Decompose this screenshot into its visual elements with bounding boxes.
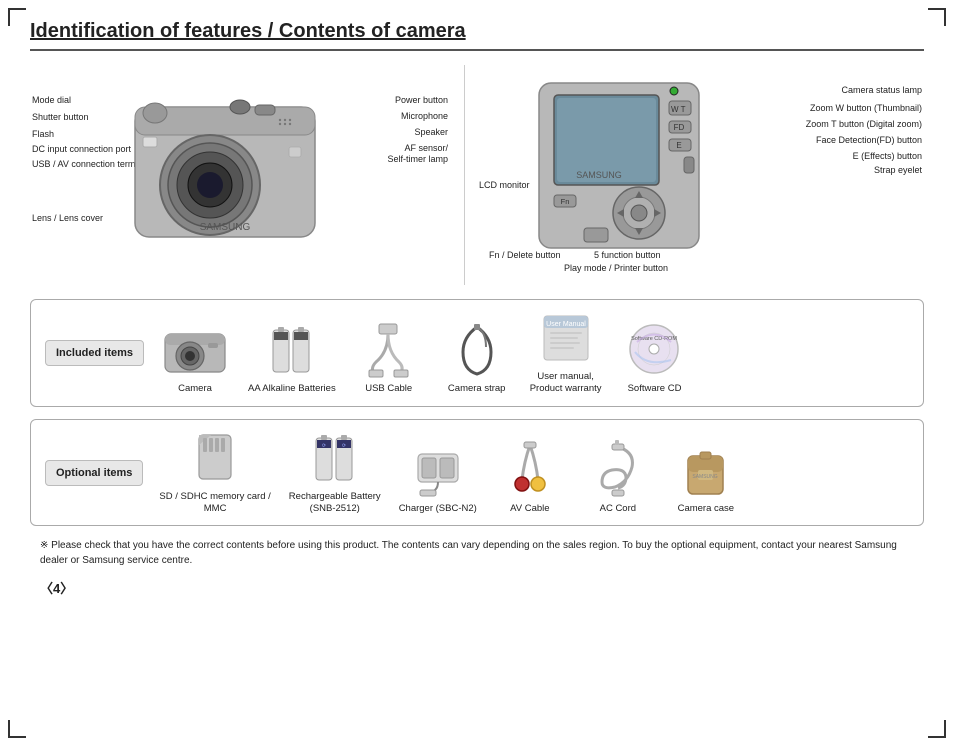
optional-items-section: Optional items SD / SDHC memory card /MM…	[30, 419, 924, 527]
svg-text:User Manual: User Manual	[546, 321, 586, 328]
item-ac-cord-img	[583, 442, 653, 497]
label-lcd: LCD monitor	[479, 180, 530, 191]
item-manual-img: User Manual	[531, 310, 601, 365]
svg-text:FD: FD	[674, 123, 685, 132]
svg-text:SAMSUNG: SAMSUNG	[200, 222, 251, 233]
item-strap-img	[442, 322, 512, 377]
included-items-row: Camera AA Alkaline Batteries	[160, 310, 909, 396]
camera-diagram: Mode dial Shutter button Flash DC input …	[30, 65, 924, 285]
corner-mark-tl	[8, 8, 26, 26]
optional-items-row: SD / SDHC memory card /MMC ⟳ ⟳ Rechargea…	[159, 430, 909, 516]
item-cd-img: Software CD-ROM	[620, 322, 690, 377]
item-av-cable: AV Cable	[495, 442, 565, 515]
label-af-sensor: AF sensor/Self-timer lamp	[387, 143, 448, 165]
item-batteries-img	[257, 322, 327, 377]
camera-front-svg: SAMSUNG	[125, 85, 325, 250]
item-charger: Charger (SBC-N2)	[399, 442, 477, 515]
item-av-cable-label: AV Cable	[510, 503, 549, 515]
item-rechargeable: ⟳ ⟳ Rechargeable Battery(SNB-2512)	[289, 430, 381, 516]
item-batteries: AA Alkaline Batteries	[248, 322, 336, 395]
label-effects: E (Effects) button	[853, 151, 922, 162]
label-face-detect: Face Detection(FD) button	[816, 135, 922, 146]
svg-text:SAMSUNG: SAMSUNG	[693, 474, 718, 480]
svg-text:W T: W T	[671, 105, 686, 114]
label-zoom-w: Zoom W button (Thumbnail)	[810, 103, 922, 114]
svg-text:Fn: Fn	[561, 197, 570, 206]
item-camera: Camera	[160, 322, 230, 395]
included-label: Included items	[45, 340, 144, 366]
label-microphone: Microphone	[401, 111, 448, 122]
label-power: Power button	[395, 95, 448, 106]
item-camera-img	[160, 322, 230, 377]
item-rechargeable-label: Rechargeable Battery(SNB-2512)	[289, 491, 381, 516]
item-rechargeable-img: ⟳ ⟳	[300, 430, 370, 485]
item-cd-label: Software CD	[628, 383, 682, 395]
corner-mark-bl	[8, 720, 26, 738]
item-camera-case: SAMSUNG Camera case	[671, 442, 741, 515]
label-shutter: Shutter button	[32, 112, 89, 123]
label-camera-status: Camera status lamp	[841, 85, 922, 96]
camera-back-svg: W T FD E Fn SAMSUNG	[529, 73, 739, 273]
item-manual: User Manual User manual,Product warranty	[530, 310, 602, 396]
item-usb-cable-label: USB Cable	[365, 383, 412, 395]
footnote: ※ Please check that you have the correct…	[40, 538, 924, 568]
item-sd-card-img	[180, 430, 250, 485]
svg-text:E: E	[676, 141, 681, 150]
page-title: Identification of features / Contents of…	[30, 20, 924, 51]
corner-mark-tr	[928, 8, 946, 26]
item-cd: Software CD-ROM Software CD	[620, 322, 690, 395]
label-speaker: Speaker	[414, 127, 448, 138]
label-flash: Flash	[32, 129, 54, 140]
item-strap-label: Camera strap	[448, 383, 506, 395]
included-items-section: Included items Camera	[30, 299, 924, 407]
item-camera-label: Camera	[178, 383, 212, 395]
label-dc-input: DC input connection port	[32, 144, 131, 155]
page-number: 〈4〉	[40, 578, 924, 597]
item-usb-cable-img	[354, 322, 424, 377]
item-ac-cord-label: AC Cord	[600, 503, 636, 515]
item-sd-card: SD / SDHC memory card /MMC	[159, 430, 270, 516]
item-ac-cord: AC Cord	[583, 442, 653, 515]
label-strap: Strap eyelet	[874, 165, 922, 176]
corner-mark-br	[928, 720, 946, 738]
camera-back-diagram: LCD monitor Fn / Delete button Camera st…	[479, 65, 924, 285]
label-mode-dial: Mode dial	[32, 95, 71, 106]
diagram-divider	[464, 65, 465, 285]
item-charger-label: Charger (SBC-N2)	[399, 503, 477, 515]
item-charger-img	[403, 442, 473, 497]
item-av-cable-img	[495, 442, 565, 497]
label-zoom-t: Zoom T button (Digital zoom)	[806, 119, 922, 130]
item-camera-case-img: SAMSUNG	[671, 442, 741, 497]
item-camera-case-label: Camera case	[678, 503, 735, 515]
item-usb-cable: USB Cable	[354, 322, 424, 395]
optional-label: Optional items	[45, 460, 143, 486]
item-batteries-label: AA Alkaline Batteries	[248, 383, 336, 395]
svg-text:SAMSUNG: SAMSUNG	[576, 170, 622, 180]
label-lens: Lens / Lens cover	[32, 213, 103, 224]
item-strap: Camera strap	[442, 322, 512, 395]
item-manual-label: User manual,Product warranty	[530, 371, 602, 396]
camera-front-diagram: Mode dial Shutter button Flash DC input …	[30, 65, 450, 285]
item-sd-card-label: SD / SDHC memory card /MMC	[159, 491, 270, 516]
